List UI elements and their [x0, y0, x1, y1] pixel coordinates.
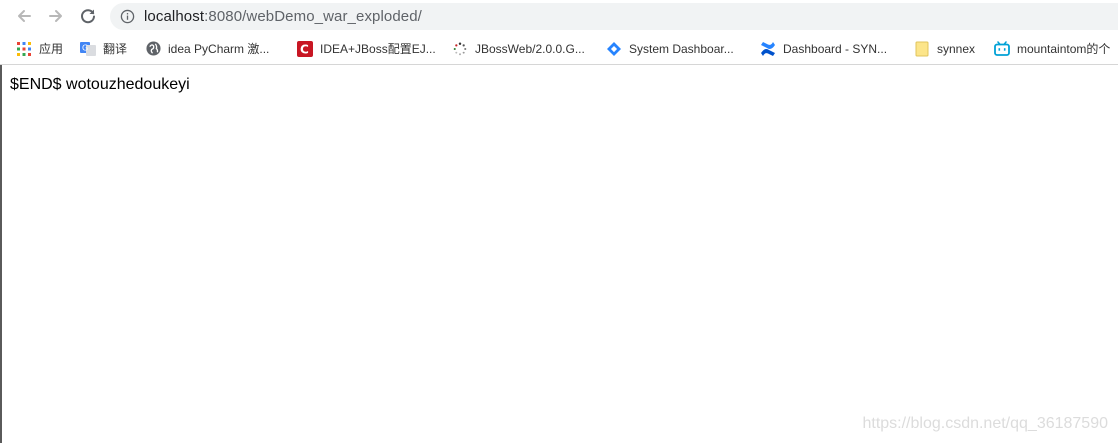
site-info-icon[interactable] [120, 9, 135, 24]
bookmark-label: JBossWeb/2.0.0.G... [475, 41, 585, 56]
bookmark-label: 翻译 [103, 42, 128, 56]
url-host: localhost [144, 8, 205, 25]
folder-icon [914, 41, 930, 57]
jira-icon [606, 41, 622, 57]
bookmark-pycharm[interactable]: idea PyCharm 激... [145, 33, 269, 64]
bookmark-label: Dashboard - SYN... [783, 41, 888, 56]
bookmark-synnex[interactable]: synnex [914, 33, 975, 64]
bookmark-bilibili[interactable]: mountaintom的个 [994, 33, 1110, 64]
bookmark-label: 应用 [39, 42, 64, 56]
forward-button[interactable] [44, 4, 68, 28]
bookmark-label: IDEA+JBoss配置EJ... [320, 42, 436, 56]
arrow-left-icon [18, 10, 31, 22]
address-bar[interactable]: localhost:8080/webDemo_war_exploded/ [110, 3, 1118, 30]
svg-text:G: G [82, 43, 88, 52]
watermark: https://blog.csdn.net/qq_36187590 [862, 415, 1108, 432]
page-body-text: $END$ wotouzhedoukeyi [10, 76, 190, 93]
url-path: :8080/webDemo_war_exploded/ [204, 8, 422, 25]
csdn-icon: C [297, 40, 313, 57]
reload-button[interactable] [76, 4, 100, 28]
bookmark-label: idea PyCharm 激... [168, 42, 270, 56]
globe-icon [145, 41, 161, 57]
arrow-right-icon [49, 10, 62, 22]
window-left-edge [0, 0, 2, 443]
bilibili-icon [994, 41, 1010, 57]
bookmark-label: mountaintom的个 [1017, 42, 1111, 56]
bookmark-label: synnex [937, 41, 976, 56]
bookmarks-bar: 应用 G 翻译 idea PyCharm 激... C IDEA+JBoss配置… [0, 33, 1118, 65]
bookmark-jbossweb[interactable]: JBossWeb/2.0.0.G... [452, 33, 585, 64]
google-translate-icon: G [80, 41, 96, 57]
url-text[interactable]: localhost:8080/webDemo_war_exploded/ [144, 7, 422, 26]
bookmark-label: System Dashboar... [629, 41, 734, 56]
bookmark-jira-dashboard[interactable]: System Dashboar... [606, 33, 734, 64]
browser-toolbar: localhost:8080/webDemo_war_exploded/ [0, 0, 1118, 33]
back-button[interactable] [12, 4, 36, 28]
reload-icon [81, 9, 95, 24]
confluence-icon [760, 41, 776, 57]
svg-text:C: C [300, 42, 309, 56]
loading-spinner-icon [452, 41, 468, 57]
bookmark-confluence-dashboard[interactable]: Dashboard - SYN... [760, 33, 887, 64]
bookmark-translate[interactable]: G 翻译 [80, 33, 127, 64]
apps-grid-icon [16, 41, 32, 57]
bookmark-jboss-ejb[interactable]: C IDEA+JBoss配置EJ... [297, 33, 436, 64]
bookmark-apps[interactable]: 应用 [16, 33, 63, 64]
